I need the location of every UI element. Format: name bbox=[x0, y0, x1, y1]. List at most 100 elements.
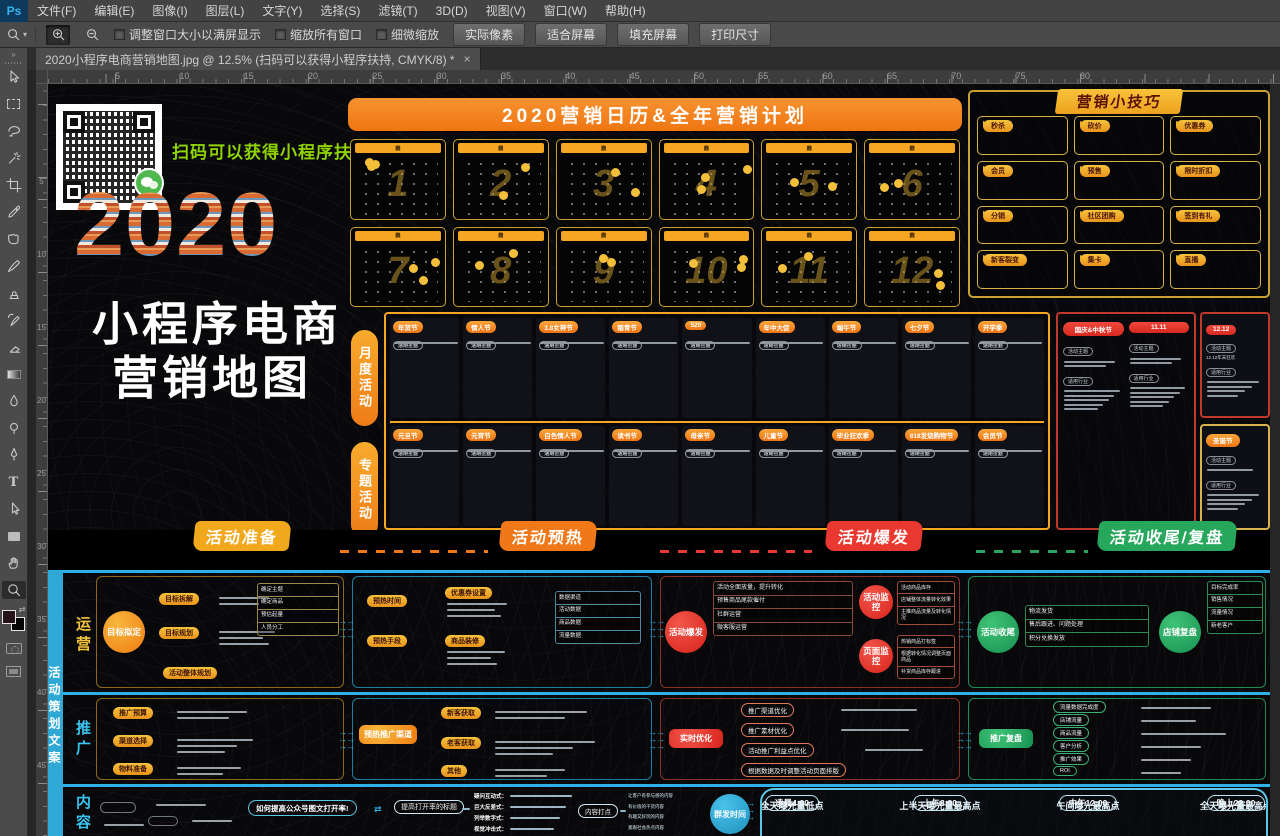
menu-item[interactable]: 图层(L) bbox=[197, 0, 254, 22]
flow-node: 其他 bbox=[441, 765, 467, 777]
activity-title: 情人节 bbox=[466, 321, 496, 333]
event-dot-icon bbox=[936, 281, 945, 290]
text-line bbox=[447, 603, 507, 605]
menu-item[interactable]: 图像(I) bbox=[143, 0, 196, 22]
zoom-out-button[interactable] bbox=[80, 25, 104, 45]
flow-list-item: 数据渠道 bbox=[556, 592, 640, 605]
send-time-timeline: 凌晨4:00全天曝光量低点上午8:00上半天曝光量最高点中午12:00午间曝光最… bbox=[760, 788, 1268, 836]
screen-mode-button[interactable] bbox=[6, 666, 21, 677]
brush-tool[interactable] bbox=[2, 257, 26, 275]
healing-brush-tool[interactable] bbox=[2, 230, 26, 248]
eyedropper-tool[interactable] bbox=[2, 203, 26, 221]
zoom-option-checkbox[interactable]: 缩放所有窗口 bbox=[275, 26, 362, 43]
text-line bbox=[979, 450, 1016, 452]
menu-item[interactable]: 编辑(E) bbox=[85, 0, 143, 22]
checkbox-box[interactable] bbox=[275, 29, 286, 40]
menu-item[interactable]: 文件(F) bbox=[28, 0, 85, 22]
menu-item[interactable]: 窗口(W) bbox=[535, 0, 596, 22]
featured-column: 11.11活动主题适用行业 bbox=[1129, 322, 1190, 520]
zoom-in-button[interactable] bbox=[46, 25, 70, 45]
menu-item[interactable]: 视图(V) bbox=[477, 0, 535, 22]
flow-node: 优惠券设置 bbox=[445, 587, 492, 599]
ruler-origin[interactable] bbox=[36, 70, 48, 84]
tip-card: 优惠券 bbox=[1170, 116, 1261, 155]
flow-node: 预热手段 bbox=[367, 635, 407, 647]
hand-tool[interactable] bbox=[2, 554, 26, 572]
menu-item[interactable]: 帮助(H) bbox=[596, 0, 655, 22]
activity-title: 母亲节 bbox=[685, 429, 715, 441]
blur-tool[interactable] bbox=[2, 392, 26, 410]
dodge-tool[interactable] bbox=[2, 419, 26, 437]
move-tool[interactable] bbox=[2, 68, 26, 86]
zoom-preset-button[interactable]: 填充屏幕 bbox=[617, 23, 689, 46]
text-line bbox=[495, 747, 573, 749]
flow-node: 推广预算 bbox=[113, 707, 153, 719]
magic-wand-tool[interactable] bbox=[2, 149, 26, 167]
history-brush-tool[interactable] bbox=[2, 311, 26, 329]
checkbox-box[interactable] bbox=[376, 29, 387, 40]
ruler-number: 10 bbox=[37, 251, 46, 259]
zoom-tool[interactable] bbox=[2, 581, 26, 599]
text-line bbox=[510, 828, 554, 830]
color-swatches[interactable]: ⇄ bbox=[2, 607, 26, 631]
calendar-month: 一二三四五六日3 bbox=[556, 139, 652, 220]
pen-tool[interactable] bbox=[2, 446, 26, 464]
eraser-tool[interactable] bbox=[2, 338, 26, 356]
zoom-preset-button[interactable]: 实际像素 bbox=[453, 23, 525, 46]
path-selection-tool[interactable] bbox=[2, 500, 26, 518]
menu-bar: Ps 文件(F)编辑(E)图像(I)图层(L)文字(Y)选择(S)滤镜(T)3D… bbox=[0, 0, 1280, 22]
zoom-preset-button[interactable]: 打印尺寸 bbox=[699, 23, 771, 46]
double-arrow-icon: →→→→→→ bbox=[338, 618, 354, 639]
phase-label: 活动爆发 bbox=[824, 521, 923, 551]
flow-node: 目标拆解 bbox=[159, 593, 199, 605]
qr-caption: 扫码可以获得小程序扶持 bbox=[172, 138, 370, 163]
ruler-number: 40 bbox=[565, 71, 575, 81]
zoom-option-checkbox[interactable]: 细微缩放 bbox=[376, 26, 439, 43]
document-canvas[interactable]: 扫码可以获得小程序扶持 2020 小程序电商 营销地图 2020营销日历&全年营… bbox=[48, 84, 1280, 836]
rectangle-tool[interactable] bbox=[2, 527, 26, 545]
photoshop-logo: Ps bbox=[0, 0, 28, 22]
menu-item[interactable]: 3D(D) bbox=[427, 0, 477, 22]
panel-grip[interactable] bbox=[5, 62, 23, 64]
menu-item[interactable]: 文字(Y) bbox=[253, 0, 311, 22]
text-line bbox=[841, 729, 909, 731]
checkbox-box[interactable] bbox=[114, 29, 125, 40]
options-bar: ▾ 调整窗口大小以满屏显示缩放所有窗口细微缩放 实际像素适合屏幕填充屏幕打印尺寸 bbox=[0, 22, 1280, 48]
row-separator bbox=[48, 784, 1270, 787]
tip-label: 优惠券 bbox=[1176, 120, 1213, 132]
calendar-month-number: 7 bbox=[351, 238, 445, 307]
text-line bbox=[1141, 720, 1196, 722]
activity-title: 元旦节 bbox=[393, 429, 423, 441]
current-tool-reference[interactable]: ▾ bbox=[6, 27, 36, 42]
document-tab[interactable]: 2020小程序电商营销地图.jpg @ 12.5% (扫码可以获得小程序扶持, … bbox=[36, 48, 481, 70]
zoom-preset-button[interactable]: 适合屏幕 bbox=[535, 23, 607, 46]
gradient-tool[interactable] bbox=[2, 365, 26, 383]
tag-industry: 适用行业 bbox=[1063, 377, 1093, 386]
tag-industry: 适用行业 bbox=[1206, 368, 1236, 377]
menu-item[interactable]: 滤镜(T) bbox=[369, 0, 426, 22]
collapse-panel-icon[interactable]: » bbox=[11, 50, 15, 60]
hand-icon bbox=[6, 555, 22, 571]
crop-tool[interactable] bbox=[2, 176, 26, 194]
quick-mask-button[interactable] bbox=[6, 643, 22, 654]
event-dot-icon bbox=[778, 264, 787, 273]
menu-item[interactable]: 选择(S) bbox=[311, 0, 369, 22]
zoom-preset-buttons: 实际像素适合屏幕填充屏幕打印尺寸 bbox=[453, 23, 771, 46]
event-dot-icon bbox=[631, 188, 640, 197]
calendar-month: 一二三四五六日1 bbox=[350, 139, 446, 220]
clone-stamp-tool[interactable] bbox=[2, 284, 26, 302]
text-line bbox=[177, 739, 253, 741]
text-line bbox=[447, 657, 491, 659]
marquee-tool[interactable] bbox=[2, 95, 26, 113]
text-line bbox=[1207, 469, 1253, 471]
swap-colors-icon[interactable]: ⇄ bbox=[19, 605, 26, 614]
text-line bbox=[495, 711, 587, 713]
close-icon[interactable]: × bbox=[464, 52, 471, 66]
type-tool[interactable]: T bbox=[2, 473, 26, 491]
flow-list-item: 物流发货 bbox=[1026, 606, 1148, 620]
foreground-color-swatch[interactable] bbox=[2, 610, 16, 624]
lasso-tool[interactable] bbox=[2, 122, 26, 140]
marquee-icon bbox=[7, 99, 20, 109]
zoom-option-checkbox[interactable]: 调整窗口大小以满屏显示 bbox=[114, 26, 261, 43]
featured-title: 11.11 bbox=[1129, 322, 1190, 333]
